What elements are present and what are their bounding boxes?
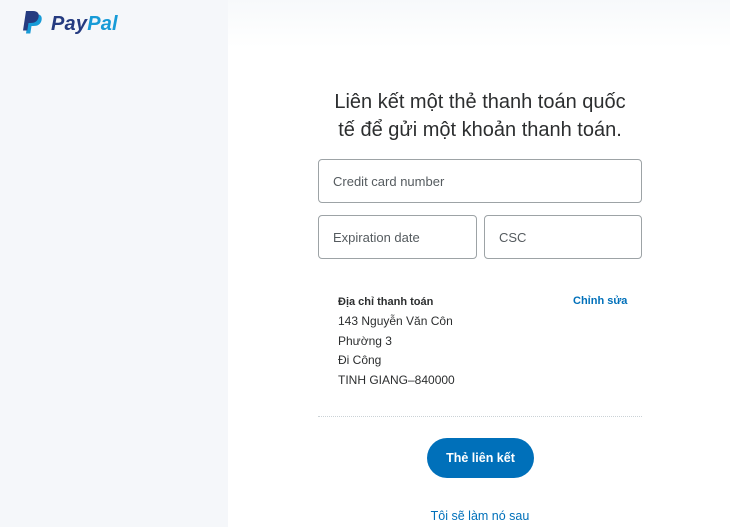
edit-address-link[interactable]: Chỉnh sửa <box>573 295 627 307</box>
heading-line-2: tế để gửi một khoản thanh toán. <box>338 119 622 141</box>
paypal-logo-icon <box>23 11 42 34</box>
left-panel <box>0 0 228 527</box>
heading-line-1: Liên kết một thẻ thanh toán quốc <box>334 91 626 113</box>
csc-input[interactable] <box>484 215 642 259</box>
address-line-city: Đi Công <box>338 353 382 367</box>
paypal-wordmark: PayPal <box>51 13 118 36</box>
wordmark-pay: Pay <box>51 12 88 35</box>
billing-address-label: Địa chỉ thanh toán <box>338 296 434 308</box>
address-line-province: TINH GIANG–840000 <box>338 373 455 387</box>
do-it-later-link[interactable]: Tôi sẽ làm nó sau <box>380 509 580 523</box>
wordmark-pal: Pal <box>87 12 118 35</box>
top-strip <box>228 0 730 48</box>
credit-card-number-input[interactable] <box>318 159 642 203</box>
paypal-logo[interactable]: PayPal <box>22 11 118 37</box>
link-card-button[interactable]: Thẻ liên kết <box>427 438 534 478</box>
address-line-ward: Phường 3 <box>338 334 392 348</box>
page-heading: Liên kết một thẻ thanh toán quốc tế để g… <box>318 88 642 144</box>
address-line-street: 143 Nguyễn Văn Côn <box>338 314 453 328</box>
expiration-date-input[interactable] <box>318 215 477 259</box>
divider <box>318 416 642 417</box>
